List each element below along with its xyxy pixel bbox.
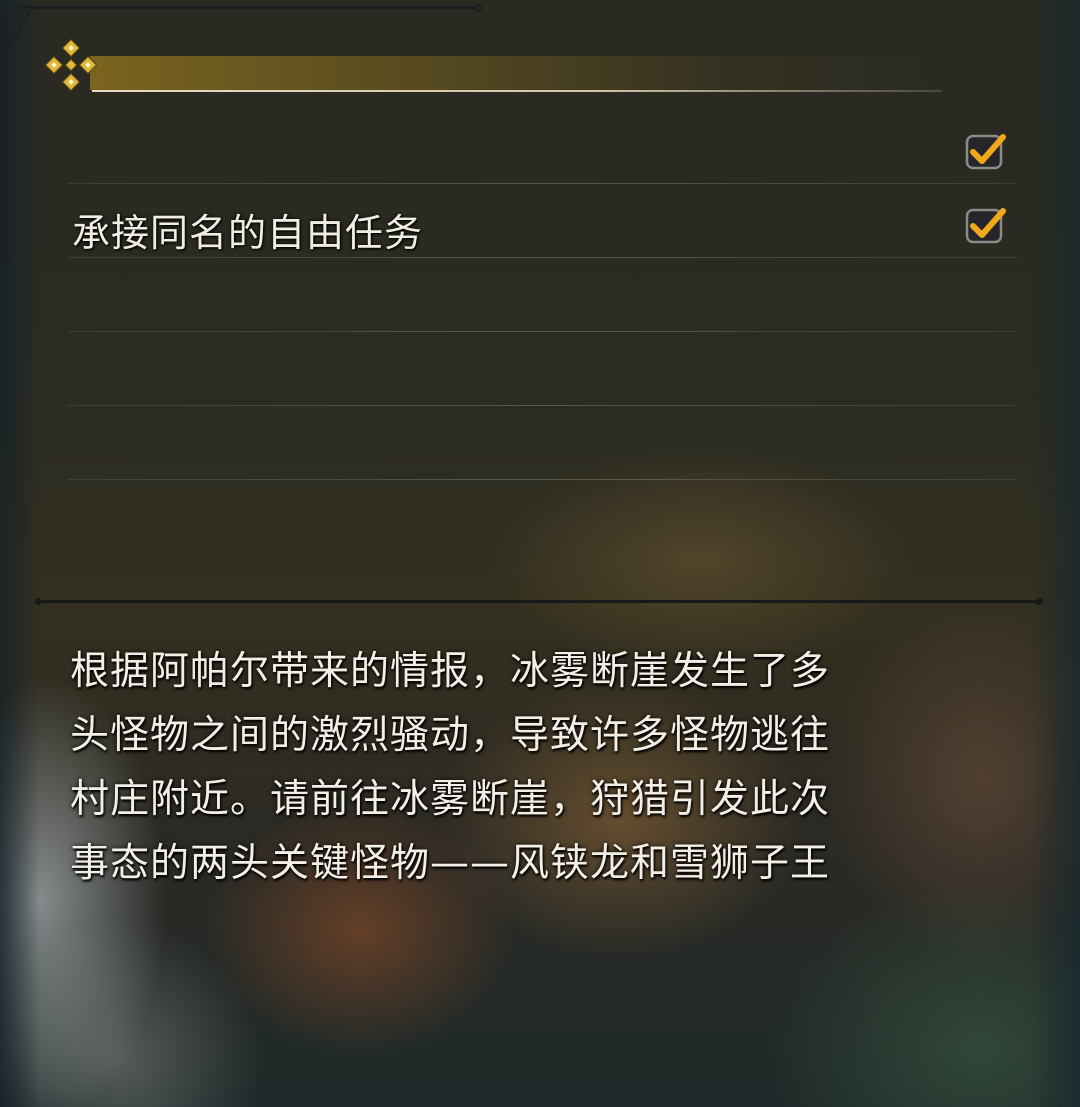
quest-description: 根据阿帕尔带来的情报，冰雾断崖发生了多 头怪物之间的激烈骚动，导致许多怪物逃往 … — [70, 640, 920, 896]
section-divider — [38, 600, 1040, 603]
option-row-empty — [68, 406, 1018, 480]
frame-end-dot — [474, 4, 482, 12]
checkmark-icon[interactable] — [964, 204, 1006, 246]
option-label: 承接同名的自由任务 — [72, 211, 424, 255]
description-line: 村庄附近。请前往冰雾断崖，狩猎引发此次 — [70, 777, 831, 822]
header-bar — [90, 56, 940, 90]
option-row-empty — [68, 258, 1018, 332]
checkmark-icon[interactable] — [964, 130, 1006, 172]
divider-end-dot — [35, 598, 42, 605]
row-divider — [68, 479, 1018, 480]
description-line: 根据阿帕尔带来的情报，冰雾断崖发生了多 — [70, 649, 831, 694]
description-line: 头怪物之间的激烈骚动，导致许多怪物逃往 — [70, 713, 831, 758]
option-row-1[interactable] — [68, 110, 1018, 184]
ornamental-diamond-icon — [44, 38, 98, 92]
option-row-empty — [68, 332, 1018, 406]
divider-end-dot — [1036, 598, 1043, 605]
header-rule — [92, 90, 942, 92]
frame-top-border — [20, 6, 478, 9]
description-line: 事态的两头关键怪物——风铗龙和雪狮子王 — [70, 841, 831, 886]
frame-end-dot — [1, 258, 9, 266]
option-row-free-quest[interactable]: 承接同名的自由任务 — [68, 184, 1018, 258]
